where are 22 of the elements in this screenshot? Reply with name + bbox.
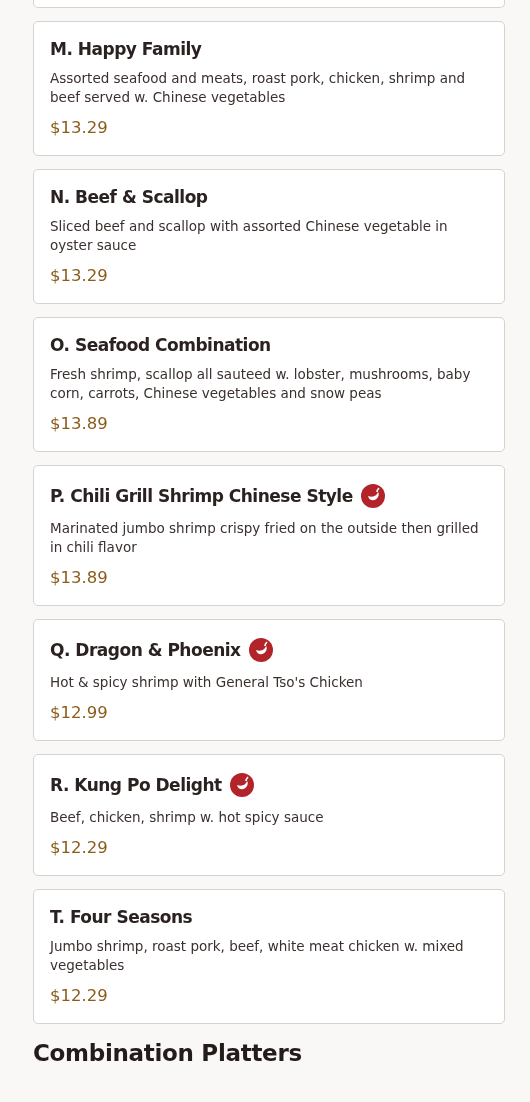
dish-price: $13.89 <box>50 567 109 589</box>
dish-title: Q. Dragon & Phoenix <box>50 640 241 660</box>
dish-title: O. Seafood Combination <box>50 335 271 355</box>
dish-title: N. Beef & Scallop <box>50 187 208 207</box>
dish-description: Sliced beef and scallop with assorted Chinese vegetable in oyster sauce <box>50 217 449 255</box>
dish-description: Fresh shrimp, scallop all sauteed w. lobster, mushrooms, baby corn, carrots, Chinese vegetables and snow peas <box>50 365 472 403</box>
dish-price: $13.89 <box>50 413 109 435</box>
dish-price: $12.99 <box>50 702 109 724</box>
dish-price: $13.29 <box>50 117 109 139</box>
dish-title: T. Four Seasons <box>50 907 193 927</box>
dish-title: M. Happy Family <box>50 39 202 59</box>
dish-title: R. Kung Po Delight <box>50 775 222 795</box>
dish-price: $12.29 <box>50 985 109 1007</box>
dish-description: Hot & spicy shrimp with General Tso's Chicken <box>50 673 364 692</box>
section-heading: Combination Platters <box>33 1040 303 1066</box>
dish-title: P. Chili Grill Shrimp Chinese Style <box>50 486 353 506</box>
dish-description: Marinated jumbo shrimp crispy fried on the outside then grilled in chili flavor <box>50 519 480 557</box>
dish-description: Beef, chicken, shrimp w. hot spicy sauce <box>50 808 325 827</box>
dish-price: $12.29 <box>50 837 109 859</box>
dish-description: Assorted seafood and meats, roast pork, chicken, shrimp and beef served w. Chinese vegetables <box>50 69 467 107</box>
dish-price: $13.29 <box>50 265 109 287</box>
dish-description: Jumbo shrimp, roast pork, beef, white meat chicken w. mixed vegetables <box>50 937 465 975</box>
